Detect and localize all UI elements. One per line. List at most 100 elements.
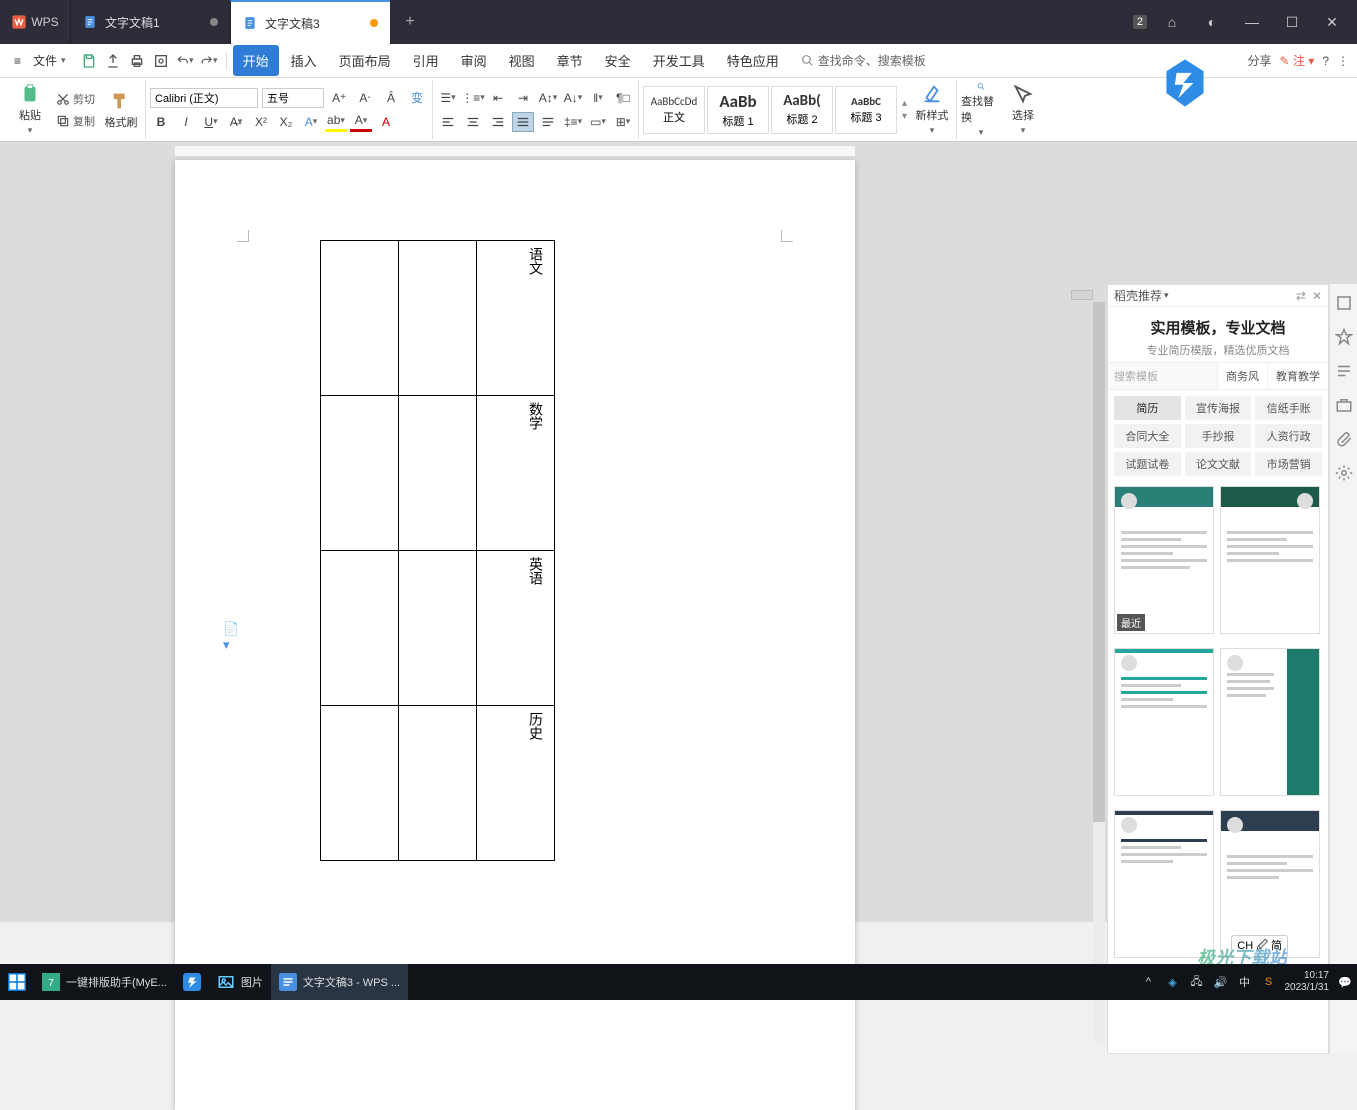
tray-network-icon[interactable]: 🖧	[1189, 974, 1205, 990]
menu-tab-layout[interactable]: 页面布局	[329, 45, 401, 76]
cell-subject-4[interactable]: 历史	[526, 712, 546, 740]
tray-chevron-icon[interactable]: ^	[1141, 974, 1157, 990]
ime-indicator[interactable]: CH 🖉 简	[1231, 935, 1288, 958]
tray-ime-icon[interactable]: 中	[1237, 974, 1253, 990]
save-icon[interactable]	[80, 52, 98, 70]
bold-icon[interactable]: B	[150, 112, 172, 132]
text-direction-icon[interactable]: A↕	[537, 88, 559, 108]
strikethrough-icon[interactable]: A̶	[225, 112, 247, 132]
export-icon[interactable]	[104, 52, 122, 70]
rb-attach-icon[interactable]	[1335, 430, 1353, 448]
tray-notifications-icon[interactable]: 💬	[1337, 974, 1353, 990]
highlight-icon[interactable]: ab	[325, 112, 347, 132]
template-thumb-4[interactable]	[1220, 648, 1320, 796]
redo-icon[interactable]	[200, 52, 218, 70]
start-button[interactable]	[0, 964, 34, 1000]
print-preview-icon[interactable]	[152, 52, 170, 70]
tab-close-icon[interactable]	[210, 18, 218, 26]
menu-tab-special[interactable]: 特色应用	[717, 45, 789, 76]
system-clock[interactable]: 10:17 2023/1/31	[1285, 970, 1330, 994]
template-thumb-3[interactable]	[1114, 648, 1214, 796]
tray-cube-icon[interactable]: ◈	[1165, 974, 1181, 990]
menu-tab-dev[interactable]: 开发工具	[643, 45, 715, 76]
subscript-icon[interactable]: X₂	[275, 112, 297, 132]
note-button[interactable]: ✎ 注 ▾	[1280, 52, 1315, 69]
menu-tab-reference[interactable]: 引用	[403, 45, 449, 76]
template-thumb-1[interactable]: 最近	[1114, 486, 1214, 634]
borders-icon[interactable]: ⊞	[612, 112, 634, 132]
skin-icon[interactable]: ◐	[1197, 14, 1227, 30]
phonetic-icon[interactable]: 变	[406, 88, 428, 108]
rb-toolbox-icon[interactable]	[1335, 396, 1353, 414]
notification-badge[interactable]: 2	[1133, 15, 1147, 29]
align-left-icon[interactable]	[437, 112, 459, 132]
align-justify-icon[interactable]	[512, 112, 534, 132]
styles-more-icon[interactable]: ▴	[902, 98, 907, 109]
file-menu[interactable]: 文件	[27, 52, 72, 69]
app-menu-icon[interactable]: ⌂	[1157, 14, 1187, 30]
document-tab-2[interactable]: 文字文稿3	[230, 0, 390, 44]
find-replace-button[interactable]: 查找替换	[961, 82, 1001, 138]
tag-thesis[interactable]: 论文文献	[1185, 452, 1252, 476]
horizontal-ruler[interactable]	[175, 146, 855, 156]
undo-icon[interactable]	[176, 52, 194, 70]
char-style-icon[interactable]: A	[375, 112, 397, 132]
align-right-icon[interactable]	[487, 112, 509, 132]
app-brand[interactable]: WPS	[0, 0, 70, 44]
sort-icon[interactable]: A↓	[562, 88, 584, 108]
shading-icon[interactable]: ▭	[587, 112, 609, 132]
panel-close-icon[interactable]: ✕	[1312, 289, 1322, 303]
tab-modified-icon[interactable]	[370, 19, 378, 27]
format-painter-button[interactable]: 格式刷	[101, 82, 141, 138]
rb-outline-icon[interactable]	[1335, 362, 1353, 380]
template-thumb-2[interactable]	[1220, 486, 1320, 634]
menu-tab-security[interactable]: 安全	[595, 45, 641, 76]
change-case-icon[interactable]: Ȃ	[380, 88, 402, 108]
distribute-icon[interactable]	[537, 112, 559, 132]
tag-marketing[interactable]: 市场营销	[1255, 452, 1322, 476]
split-view-handle[interactable]	[1071, 290, 1093, 300]
share-button[interactable]: 分享	[1248, 52, 1272, 69]
filter-education[interactable]: 教育教学	[1267, 363, 1328, 389]
increase-indent-icon[interactable]: ⇥	[512, 88, 534, 108]
decrease-indent-icon[interactable]: ⇤	[487, 88, 509, 108]
vert-align-icon[interactable]: ‖	[587, 88, 609, 108]
rb-templates-icon[interactable]	[1335, 294, 1353, 312]
panel-settings-icon[interactable]: ⇄	[1296, 289, 1306, 303]
cell-subject-3[interactable]: 英语	[526, 557, 546, 585]
maximize-icon[interactable]: ☐	[1277, 14, 1307, 31]
align-center-icon[interactable]	[462, 112, 484, 132]
vertical-scrollbar[interactable]	[1093, 302, 1105, 1042]
tag-handwrite[interactable]: 手抄报	[1185, 424, 1252, 448]
copy-button[interactable]: 复制	[52, 111, 99, 131]
menu-tab-section[interactable]: 章节	[547, 45, 593, 76]
select-button[interactable]: 选择	[1003, 82, 1043, 138]
style-heading2[interactable]: AaBb(标题 2	[771, 86, 833, 134]
more-icon[interactable]: ⋮	[1337, 54, 1349, 68]
filter-business[interactable]: 商务风	[1217, 363, 1267, 389]
tag-poster[interactable]: 宣传海报	[1185, 396, 1252, 420]
command-search[interactable]: 查找命令、搜索模板	[801, 52, 926, 69]
tray-sogou-icon[interactable]: S	[1261, 974, 1277, 990]
shrink-font-icon[interactable]: A-	[354, 88, 376, 108]
new-style-button[interactable]: 新样式	[912, 82, 952, 138]
superscript-icon[interactable]: X²	[250, 112, 272, 132]
menu-tab-insert[interactable]: 插入	[281, 45, 327, 76]
numbering-icon[interactable]: ⋮≡	[462, 88, 484, 108]
template-thumb-5[interactable]	[1114, 810, 1214, 958]
task-mypublish[interactable]: 7一键排版助手(MyE...	[34, 964, 175, 1000]
text-effects-icon[interactable]: A	[300, 112, 322, 132]
cell-subject-2[interactable]: 数学	[526, 402, 546, 430]
paste-options-icon[interactable]: 📄▾	[223, 628, 241, 646]
font-family-combo[interactable]	[150, 88, 258, 108]
print-icon[interactable]	[128, 52, 146, 70]
cell-subject-1[interactable]: 语文	[526, 247, 546, 275]
tag-exam[interactable]: 试题试卷	[1114, 452, 1181, 476]
tag-hr[interactable]: 人资行政	[1255, 424, 1322, 448]
tag-resume[interactable]: 简历	[1114, 396, 1181, 420]
bullets-icon[interactable]: ☰	[437, 88, 459, 108]
close-icon[interactable]: ✕	[1317, 14, 1347, 31]
grow-font-icon[interactable]: A+	[328, 88, 350, 108]
hamburger-icon[interactable]: ≡	[8, 54, 27, 68]
rb-style-icon[interactable]	[1335, 328, 1353, 346]
